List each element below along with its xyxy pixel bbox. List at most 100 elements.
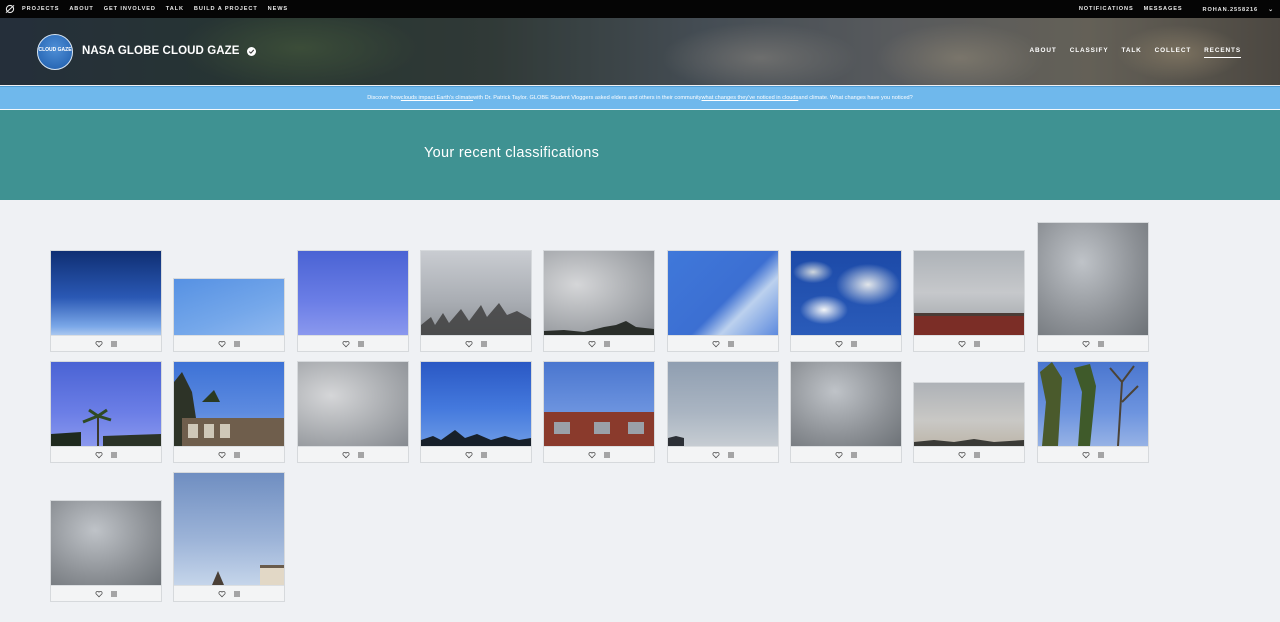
list-icon[interactable]: [110, 590, 118, 598]
classification-thumbnail[interactable]: [420, 361, 532, 463]
list-icon[interactable]: [233, 451, 241, 459]
project-nav-recents[interactable]: RECENTS: [1204, 47, 1241, 58]
subject-image[interactable]: [914, 383, 1024, 446]
list-icon[interactable]: [850, 340, 858, 348]
list-icon[interactable]: [727, 340, 735, 348]
project-nav-classify[interactable]: CLASSIFY: [1070, 47, 1109, 58]
list-icon[interactable]: [233, 590, 241, 598]
list-icon[interactable]: [1097, 340, 1105, 348]
subject-image[interactable]: [544, 362, 654, 446]
list-icon[interactable]: [603, 340, 611, 348]
classification-thumbnail[interactable]: [913, 250, 1025, 352]
list-icon[interactable]: [357, 340, 365, 348]
list-icon[interactable]: [973, 340, 981, 348]
nav-projects[interactable]: PROJECTS: [22, 6, 59, 12]
heart-icon[interactable]: [711, 340, 720, 348]
list-icon[interactable]: [233, 340, 241, 348]
classification-thumbnail[interactable]: [50, 361, 162, 463]
classification-thumbnail[interactable]: [50, 500, 162, 602]
list-icon[interactable]: [480, 451, 488, 459]
nav-build-a-project[interactable]: BUILD A PROJECT: [194, 6, 258, 12]
notifications-link[interactable]: NOTIFICATIONS: [1079, 6, 1134, 12]
user-menu[interactable]: ROHAN.2558216 ⌄: [1193, 6, 1274, 13]
classification-thumbnail[interactable]: [543, 250, 655, 352]
nav-talk[interactable]: TALK: [166, 6, 184, 12]
subject-image[interactable]: [174, 279, 284, 335]
subject-image[interactable]: [791, 251, 901, 335]
list-icon[interactable]: [850, 451, 858, 459]
project-nav-talk[interactable]: TALK: [1122, 47, 1142, 58]
subject-image[interactable]: [298, 362, 408, 446]
subject-image[interactable]: [51, 362, 161, 446]
heart-icon[interactable]: [587, 451, 596, 459]
messages-link[interactable]: MESSAGES: [1144, 6, 1183, 12]
heart-icon[interactable]: [711, 451, 720, 459]
classification-thumbnail[interactable]: [297, 361, 409, 463]
list-icon[interactable]: [727, 451, 735, 459]
heart-icon[interactable]: [341, 451, 350, 459]
classification-thumbnail[interactable]: [50, 250, 162, 352]
heart-icon[interactable]: [587, 340, 596, 348]
list-icon[interactable]: [603, 451, 611, 459]
heart-icon[interactable]: [217, 590, 226, 598]
subject-image[interactable]: [1038, 362, 1148, 446]
banner-link-changes-clouds[interactable]: what changes they've noticed in clouds: [701, 95, 798, 101]
subject-image[interactable]: [668, 251, 778, 335]
heart-icon[interactable]: [957, 451, 966, 459]
nav-get-involved[interactable]: GET INVOLVED: [104, 6, 156, 12]
subject-image[interactable]: [421, 251, 531, 335]
heart-icon[interactable]: [464, 451, 473, 459]
classification-thumbnail[interactable]: [420, 250, 532, 352]
heart-icon[interactable]: [1081, 340, 1090, 348]
project-nav-collect[interactable]: COLLECT: [1155, 47, 1191, 58]
project-avatar[interactable]: CLOUD GAZE: [37, 34, 73, 70]
heart-icon[interactable]: [94, 340, 103, 348]
subject-image[interactable]: [791, 362, 901, 446]
heart-icon[interactable]: [957, 340, 966, 348]
nav-news[interactable]: NEWS: [268, 6, 288, 12]
zooniverse-logo-icon[interactable]: [5, 4, 15, 14]
project-nav-about[interactable]: ABOUT: [1029, 47, 1056, 58]
classification-thumbnail[interactable]: [173, 278, 285, 352]
subject-image[interactable]: [51, 501, 161, 585]
subject-image[interactable]: [1038, 223, 1148, 335]
classification-thumbnail[interactable]: [173, 361, 285, 463]
subject-image[interactable]: [51, 251, 161, 335]
subject-image[interactable]: [174, 473, 284, 585]
list-icon[interactable]: [973, 451, 981, 459]
subject-image[interactable]: [421, 362, 531, 446]
classification-thumbnail[interactable]: [667, 361, 779, 463]
classification-thumbnail[interactable]: [1037, 222, 1149, 352]
classification-thumbnail[interactable]: [790, 361, 902, 463]
classification-thumbnail[interactable]: [543, 361, 655, 463]
banner-link-clouds-climate[interactable]: clouds impact Earth's climate: [401, 95, 473, 101]
subject-image[interactable]: [298, 251, 408, 335]
classification-thumbnail[interactable]: [790, 250, 902, 352]
subject-image[interactable]: [914, 251, 1024, 335]
subject-image[interactable]: [668, 362, 778, 446]
heart-icon[interactable]: [834, 340, 843, 348]
classification-thumbnail[interactable]: [913, 382, 1025, 463]
heart-icon[interactable]: [464, 340, 473, 348]
classification-thumbnail[interactable]: [297, 250, 409, 352]
subject-image[interactable]: [544, 251, 654, 335]
list-icon[interactable]: [357, 451, 365, 459]
classification-thumbnail[interactable]: [173, 472, 285, 602]
chevron-down-icon: ⌄: [1268, 6, 1274, 13]
heart-icon[interactable]: [834, 451, 843, 459]
heart-icon[interactable]: [341, 340, 350, 348]
heart-icon[interactable]: [217, 451, 226, 459]
classification-thumbnail[interactable]: [1037, 361, 1149, 463]
list-icon[interactable]: [110, 340, 118, 348]
subject-image[interactable]: [174, 362, 284, 446]
heart-icon[interactable]: [94, 590, 103, 598]
heart-icon[interactable]: [217, 340, 226, 348]
project-title[interactable]: NASA GLOBE CLOUD GAZE: [82, 45, 256, 57]
nav-about[interactable]: ABOUT: [69, 6, 93, 12]
list-icon[interactable]: [1097, 451, 1105, 459]
heart-icon[interactable]: [1081, 451, 1090, 459]
list-icon[interactable]: [110, 451, 118, 459]
heart-icon[interactable]: [94, 451, 103, 459]
list-icon[interactable]: [480, 340, 488, 348]
classification-thumbnail[interactable]: [667, 250, 779, 352]
